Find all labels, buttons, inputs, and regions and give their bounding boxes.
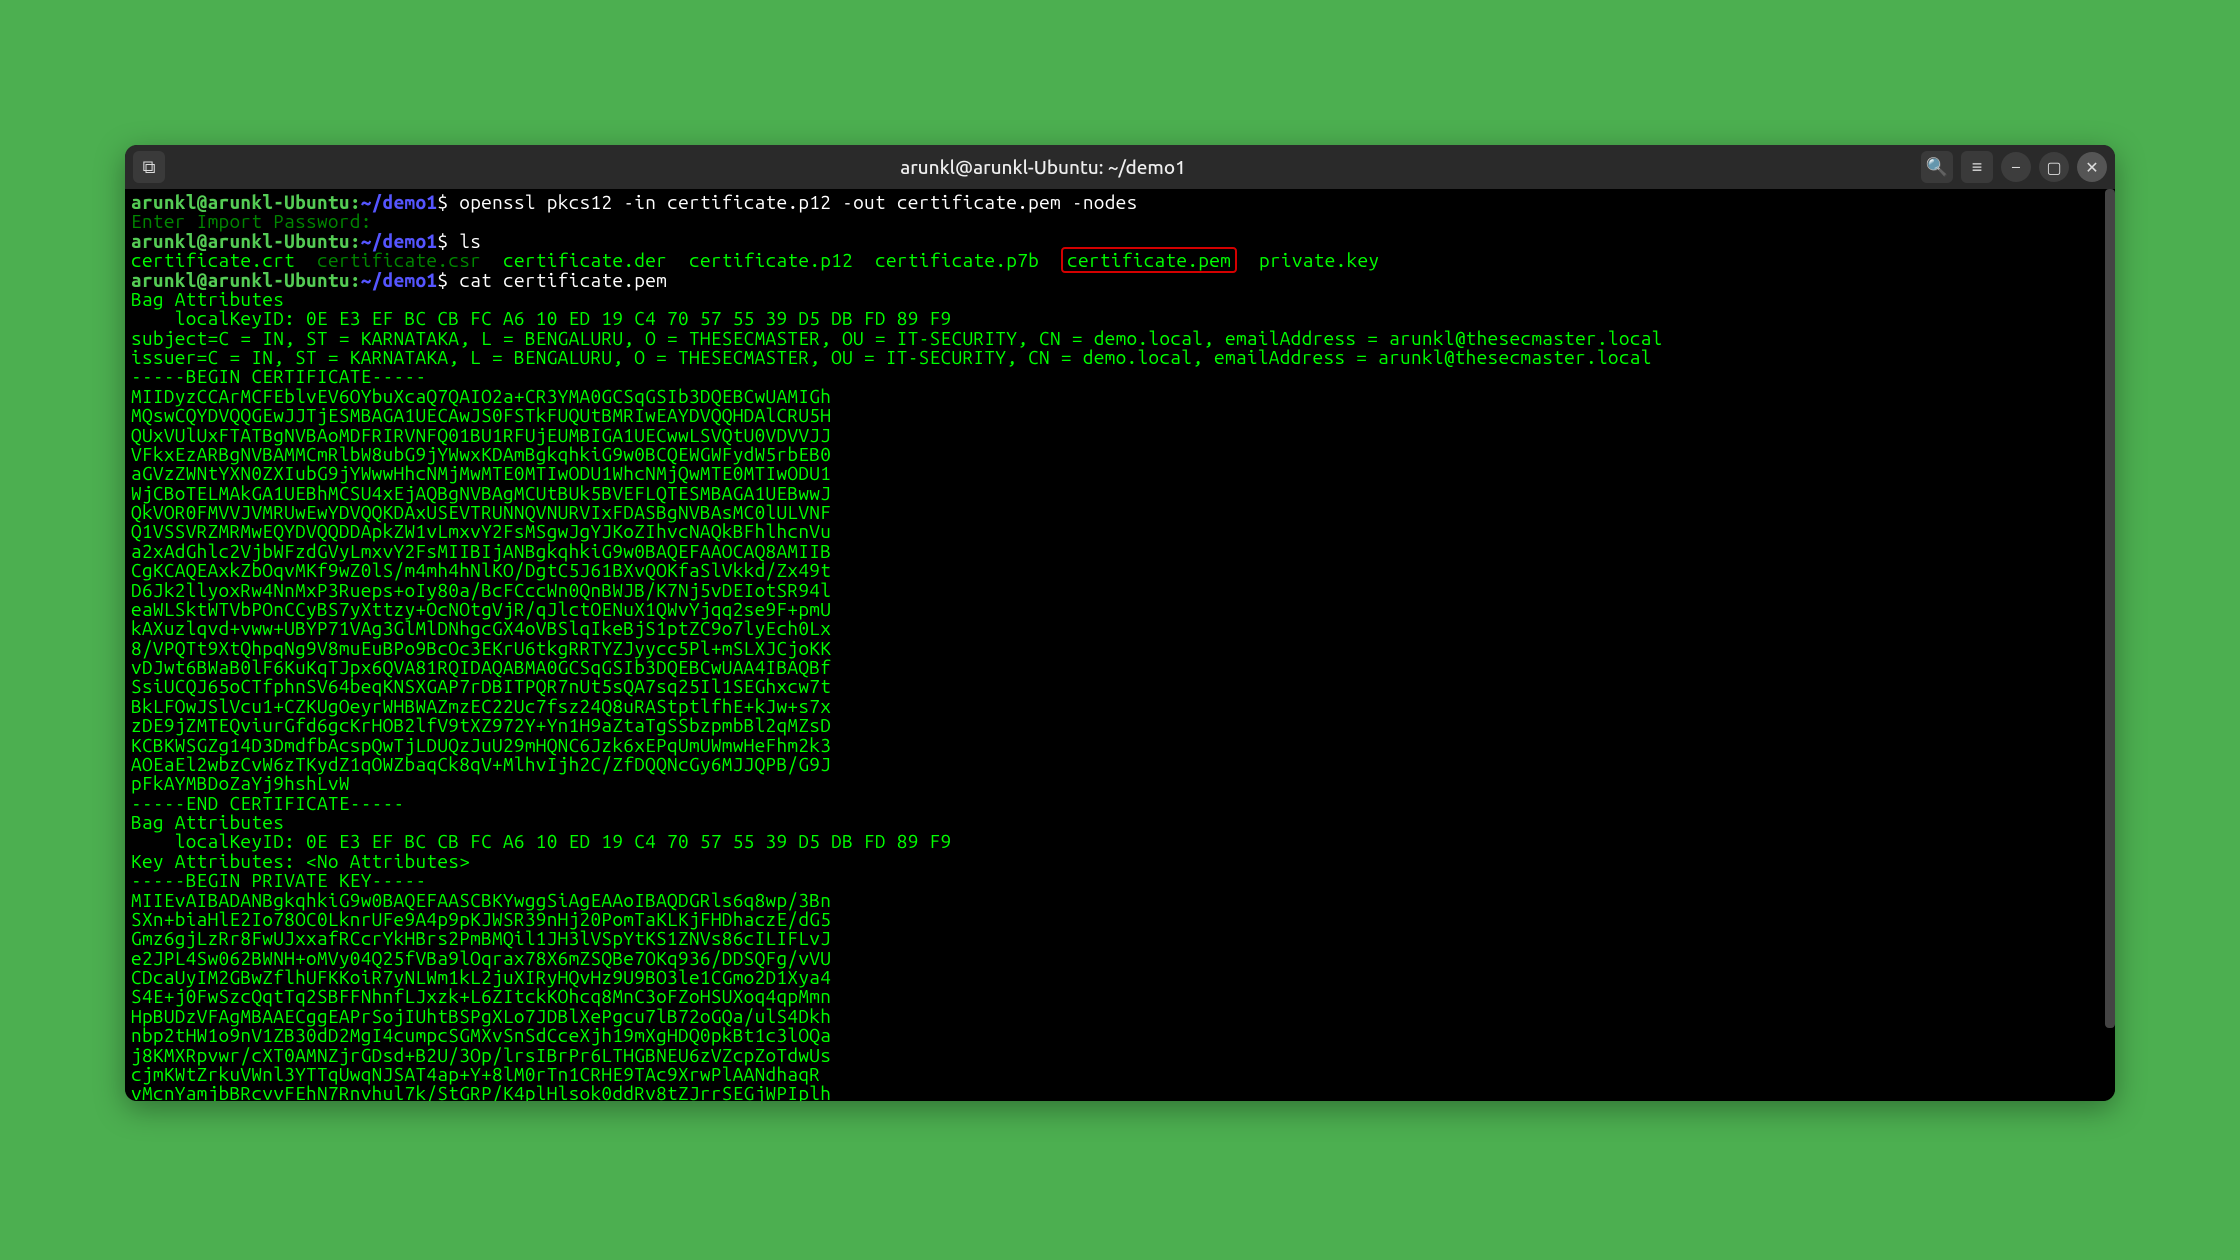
title-bar: ⧉ arunkl@arunkl-Ubuntu: ~/demo1 🔍 ≡ – ▢ … xyxy=(125,145,2115,189)
terminal-body[interactable]: arunkl@arunkl-Ubuntu:~/demo1$ openssl pk… xyxy=(125,189,2115,1101)
minimize-button[interactable]: – xyxy=(2001,152,2031,182)
search-button[interactable]: 🔍 xyxy=(1921,151,1953,183)
prompt-dollar: $ xyxy=(437,191,448,213)
file-key: private.key xyxy=(1259,249,1379,271)
close-icon: ✕ xyxy=(2085,158,2098,177)
search-icon: 🔍 xyxy=(1926,157,1948,178)
key-line: vMcnYamjbBRcvvFEhN7Rnvhul7k/StGRP/K4plHl… xyxy=(131,1082,831,1101)
maximize-icon: ▢ xyxy=(2046,158,2061,177)
minimize-icon: – xyxy=(2012,158,2020,176)
file-p7b: certificate.p7b xyxy=(875,249,1039,271)
window-title: arunkl@arunkl-Ubuntu: ~/demo1 xyxy=(165,156,1921,178)
file-pem-highlighted: certificate.pem xyxy=(1061,247,1237,273)
close-button[interactable]: ✕ xyxy=(2077,152,2107,182)
prompt-path: ~/demo1 xyxy=(361,191,438,213)
command-1: openssl pkcs12 -in certificate.p12 -out … xyxy=(459,191,1137,213)
file-p12: certificate.p12 xyxy=(689,249,853,271)
prompt-sep: : xyxy=(350,269,361,291)
command-3: cat certificate.pem xyxy=(459,269,667,291)
new-tab-icon: ⧉ xyxy=(143,157,156,178)
maximize-button[interactable]: ▢ xyxy=(2039,152,2069,182)
new-tab-button[interactable]: ⧉ xyxy=(133,151,165,183)
prompt-dollar: $ xyxy=(437,269,448,291)
menu-button[interactable]: ≡ xyxy=(1961,151,1993,183)
prompt-path: ~/demo1 xyxy=(361,269,438,291)
menu-icon: ≡ xyxy=(1972,157,1983,178)
scrollbar[interactable] xyxy=(2105,189,2115,1028)
terminal-window: ⧉ arunkl@arunkl-Ubuntu: ~/demo1 🔍 ≡ – ▢ … xyxy=(125,145,2115,1101)
